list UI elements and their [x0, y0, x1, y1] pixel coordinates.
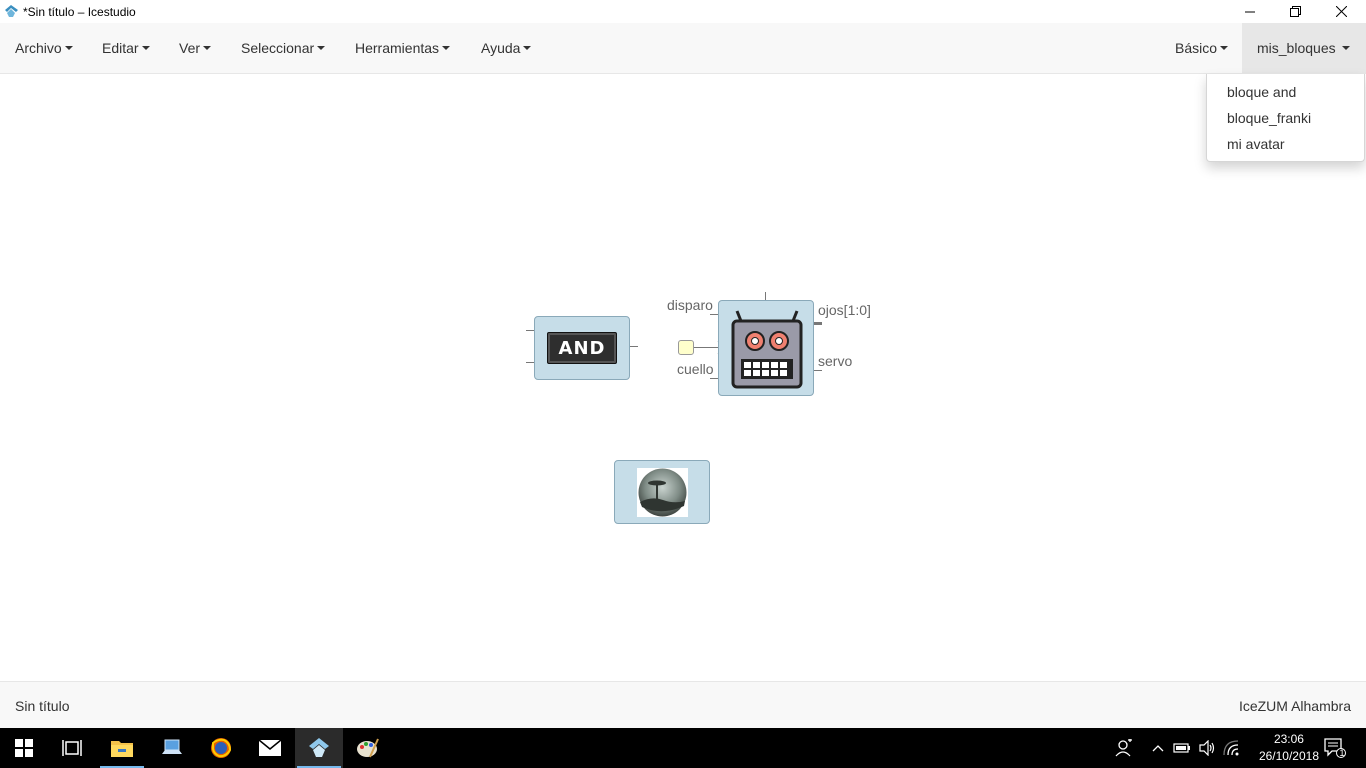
task-view-icon [62, 740, 82, 756]
port-label-servo: servo [818, 353, 853, 369]
menu-ver[interactable]: Ver [179, 23, 212, 73]
clock-time: 23:06 [1273, 732, 1304, 746]
port-label-ojos: ojos[1:0] [818, 302, 871, 318]
menu-basico[interactable]: Básico [1175, 23, 1229, 73]
menu-mis-bloques-label: mis_bloques [1257, 40, 1336, 56]
statusbar: Sin título IceZUM Alhambra [0, 681, 1366, 728]
wifi-icon [1223, 740, 1239, 756]
caret-down-icon [64, 46, 73, 50]
battery-icon [1173, 743, 1190, 753]
firefox-icon [211, 738, 232, 758]
franki-block[interactable] [718, 300, 814, 396]
icestudio-icon [309, 738, 329, 757]
avatar-block[interactable] [614, 460, 710, 524]
people-icon [1115, 739, 1132, 757]
close-icon [1335, 6, 1347, 17]
windows-logo-icon [15, 739, 33, 757]
restore-button[interactable] [1272, 0, 1318, 23]
taskbar-firefox[interactable] [197, 728, 245, 768]
restore-icon [1289, 6, 1301, 17]
caret-down-icon [1220, 46, 1229, 50]
battery-button[interactable] [1171, 728, 1193, 768]
port-label-cuello: cuello [677, 361, 714, 377]
mail-icon [258, 739, 282, 756]
menu-ayuda[interactable]: Ayuda [481, 23, 532, 73]
menubar: Archivo Editar Ver Seleccionar Herramien… [0, 23, 1366, 74]
caret-down-icon [442, 46, 451, 50]
menu-editar[interactable]: Editar [102, 23, 150, 73]
caret-down-icon [203, 46, 212, 50]
notification-count-badge: 1 [1339, 748, 1345, 758]
folder-icon [111, 741, 133, 757]
task-view-button[interactable] [48, 728, 96, 768]
minimize-button[interactable] [1227, 0, 1273, 23]
menu-editar-label: Editar [102, 40, 139, 56]
caret-down-icon [1341, 46, 1350, 50]
caret-down-icon [141, 46, 150, 50]
paint-palette-icon [357, 738, 379, 758]
dropdown-item-bloque-franki[interactable]: bloque_franki [1227, 110, 1311, 126]
menu-archivo-label: Archivo [15, 40, 62, 56]
menu-seleccionar-label: Seleccionar [241, 40, 315, 56]
close-button[interactable] [1318, 0, 1364, 23]
menu-herramientas[interactable]: Herramientas [355, 23, 451, 73]
robot-icon [731, 310, 803, 389]
design-canvas[interactable]: AND disparo cuello ojos[1:0] servo [0, 74, 1366, 681]
taskbar-clock[interactable]: 23:06 26/10/2018 [1259, 731, 1319, 765]
show-hidden-icons-button[interactable] [1148, 728, 1168, 768]
and-output-port[interactable] [629, 346, 638, 347]
franki-output-port-ojos[interactable] [813, 322, 822, 325]
menu-ver-label: Ver [179, 40, 201, 56]
mis-bloques-dropdown: bloque and bloque_franki mi avatar [1206, 74, 1365, 162]
menu-herramientas-label: Herramientas [355, 40, 440, 56]
taskbar-file-explorer[interactable] [98, 728, 146, 768]
status-project-name: Sin título [15, 698, 70, 714]
people-button[interactable] [1110, 728, 1138, 768]
and-block[interactable]: AND [534, 316, 630, 380]
menu-mis-bloques[interactable]: mis_bloques [1242, 23, 1366, 73]
and-chip-icon: AND [547, 332, 617, 364]
action-center-button[interactable]: 1 [1320, 728, 1350, 768]
port-label-disparo: disparo [667, 297, 713, 313]
window-title: *Sin título – Icestudio [23, 5, 136, 19]
minimize-icon [1245, 11, 1255, 12]
start-button[interactable] [0, 728, 48, 768]
constant-input-node[interactable] [678, 340, 694, 355]
dropdown-item-bloque-and[interactable]: bloque and [1227, 84, 1296, 100]
windows-taskbar: 23:06 26/10/2018 1 [0, 728, 1366, 768]
menu-ayuda-label: Ayuda [481, 40, 521, 56]
dropdown-item-mi-avatar[interactable]: mi avatar [1227, 136, 1285, 152]
window-titlebar: *Sin título – Icestudio [0, 0, 1366, 23]
menu-basico-label: Básico [1175, 40, 1218, 56]
network-button[interactable] [1221, 728, 1243, 768]
taskbar-mail[interactable] [246, 728, 294, 768]
caret-down-icon [523, 46, 532, 50]
and-block-label: AND [558, 337, 606, 359]
taskbar-network-app[interactable] [148, 728, 196, 768]
volume-button[interactable] [1196, 728, 1218, 768]
menu-archivo[interactable]: Archivo [15, 23, 73, 73]
menu-seleccionar[interactable]: Seleccionar [241, 23, 326, 73]
caret-down-icon [317, 46, 326, 50]
icestudio-app-icon [5, 5, 18, 17]
chevron-up-icon [1152, 745, 1164, 752]
network-computer-icon [162, 739, 182, 754]
taskbar-paint[interactable] [344, 728, 392, 768]
status-board-name[interactable]: IceZUM Alhambra [1239, 698, 1351, 714]
taskbar-icestudio[interactable] [295, 728, 343, 768]
avatar-image [637, 468, 688, 517]
franki-output-port-servo[interactable] [813, 370, 822, 371]
clock-date: 26/10/2018 [1258, 749, 1319, 763]
speaker-icon [1199, 740, 1215, 756]
